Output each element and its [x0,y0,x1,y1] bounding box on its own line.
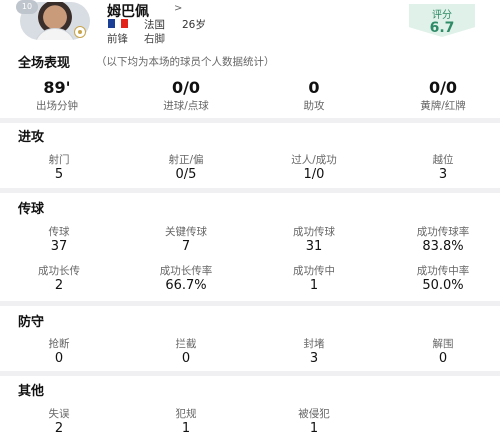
stat-value: 89' [43,78,71,97]
avatar-shirt [34,28,76,40]
stat-cards: 0/0 黄牌/红牌 [393,78,493,113]
passing-title: 传球 [18,202,45,217]
attack-section: 进攻 射门 5 射正/偏 0/5 过人/成功 1/0 越位 3 [0,123,500,188]
stat-label: 成功长传率 [159,265,213,277]
stat-label: 解围 [432,338,454,350]
stat-pass-accuracy: 成功传球率 83.8% [393,224,493,254]
stat-label: 成功传中 [293,265,335,277]
stat-label: 越位 [432,154,454,166]
stat-offsides: 越位 3 [393,152,493,182]
stat-label: 关键传球 [165,226,207,238]
stat-value: 0 [181,351,191,366]
stat-fouls: 犯规 1 [136,406,236,436]
stat-successful-passes: 成功传球 31 [264,224,364,254]
club-badge-icon [74,26,86,38]
rating-badge: 评分 6.7 [409,4,475,37]
stat-label: 失误 [48,408,70,420]
stat-crosses: 成功传中 1 [264,263,364,293]
stat-value: 0 [54,351,64,366]
overview-note: （以下均为本场的球员个人数据统计） [96,56,275,68]
flag-stripe-blue [108,19,115,28]
stat-value: 1 [309,421,319,436]
stat-fouled: 被侵犯 1 [264,406,364,436]
stat-value: 0 [438,351,448,366]
stat-key-passes: 关键传球 7 [136,224,236,254]
stat-value: 7 [181,239,191,254]
shirt-number-badge: 10 [16,0,38,14]
stat-label: 成功长传 [38,265,80,277]
stat-value: 2 [54,278,64,293]
stat-label: 成功传球率 [416,226,470,238]
passing-section: 传球 传球 37 关键传球 7 成功传球 31 成功传球率 83.8% 成功长传… [0,193,500,301]
flag-stripe-red [121,19,129,28]
other-title: 其他 [18,384,45,399]
chevron-right-icon[interactable]: > [174,3,182,14]
player-country: 法国 [144,19,165,31]
stat-cross-accuracy: 成功传中率 50.0% [393,263,493,293]
stat-minutes: 89' 出场分钟 [7,78,107,113]
stat-label: 抢断 [48,338,70,350]
stat-interceptions: 拦截 0 [136,336,236,366]
player-header: 10 姆巴佩 > 法国 26岁 前锋 右脚 评分 6.7 [0,0,500,49]
stat-assists: 0 助攻 [264,78,364,113]
stat-value: 0/0 [171,78,201,97]
stat-value: 0/5 [175,167,197,182]
stat-dribbles: 过人/成功 1/0 [264,152,364,182]
defense-title: 防守 [18,315,45,330]
stat-label: 成功传球 [293,226,335,238]
stat-value: 83.8% [422,239,464,254]
stat-long-ball-accuracy: 成功长传率 66.7% [136,263,236,293]
stat-tackles: 抢断 0 [9,336,109,366]
stat-mistakes: 失误 2 [9,406,109,436]
stat-value: 1 [309,278,319,293]
stat-label: 被侵犯 [298,408,330,420]
stat-label: 拦截 [175,338,197,350]
rating-label: 评分 [432,10,452,21]
stat-value: 5 [54,167,64,182]
flag-stripe-white [114,19,122,28]
stat-value: 1/0 [303,167,325,182]
stat-value: 3 [438,167,448,182]
stat-value: 31 [305,239,323,254]
stat-value: 66.7% [165,278,207,293]
other-section: 其他 失误 2 犯规 1 被侵犯 1 [0,376,500,440]
stat-value: 0/0 [428,78,458,97]
stat-value: 2 [54,421,64,436]
stat-label: 过人/成功 [291,154,337,166]
player-name-link[interactable]: 姆巴佩 [107,1,149,21]
france-flag-icon [108,19,129,28]
stat-passes: 传球 37 [9,224,109,254]
stat-label: 成功传中率 [416,265,470,277]
rating-value: 6.7 [429,20,455,36]
stat-value: 37 [50,239,68,254]
stat-label: 出场分钟 [36,100,78,112]
stat-long-balls: 成功长传 2 [9,263,109,293]
stat-label: 黄牌/红牌 [420,100,466,112]
player-age: 26岁 [182,19,206,31]
stat-label: 传球 [48,226,70,238]
overview-section: 全场表现 （以下均为本场的球员个人数据统计） 89' 出场分钟 0/0 进球/点… [0,49,500,118]
stat-value: 1 [181,421,191,436]
stat-label: 射门 [48,154,70,166]
overview-title: 全场表现 [18,56,71,71]
player-position: 前锋 [107,33,128,45]
stat-label: 犯规 [175,408,197,420]
stat-value: 3 [309,351,319,366]
stat-label: 助攻 [303,100,325,112]
player-foot: 右脚 [144,33,165,45]
stat-blocks: 封堵 3 [264,336,364,366]
stat-clearances: 解围 0 [393,336,493,366]
stat-shots: 射门 5 [9,152,109,182]
defense-section: 防守 抢断 0 拦截 0 封堵 3 解围 0 [0,306,500,371]
stat-label: 封堵 [303,338,325,350]
stat-label: 进球/点球 [163,100,209,112]
stat-value: 0 [308,78,320,97]
stat-value: 50.0% [422,278,464,293]
attack-title: 进攻 [18,130,45,145]
stat-label: 射正/偏 [168,154,204,166]
stat-goals-penalties: 0/0 进球/点球 [136,78,236,113]
stat-shots-on-off: 射正/偏 0/5 [136,152,236,182]
